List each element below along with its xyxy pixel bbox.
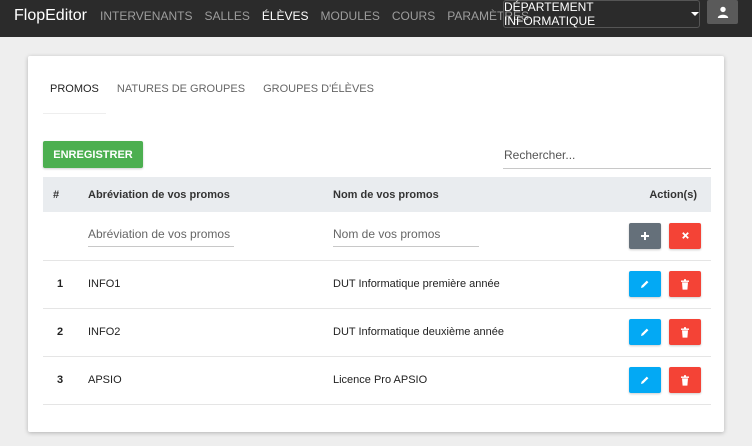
row-abbreviation: INFO1 [88, 278, 121, 290]
row-name: Licence Pro APSIO [333, 374, 428, 386]
promos-panel: Promos Natures de groupes Groupes d'élèv… [28, 56, 724, 432]
pencil-icon [640, 328, 649, 336]
row-abbreviation: INFO2 [88, 326, 121, 338]
delete-button[interactable] [669, 367, 701, 393]
new-name-input[interactable] [333, 224, 479, 247]
pencil-icon [640, 376, 649, 384]
header-name[interactable]: Nom de vos promos [333, 177, 583, 212]
pencil-icon [640, 280, 649, 288]
row-num: 1 [57, 278, 64, 290]
close-icon [681, 232, 689, 240]
add-button[interactable] [628, 222, 661, 249]
tab-groupes-d-eleves[interactable]: Groupes d'élèves [256, 82, 381, 114]
department-dropdown[interactable]: Département informatique [503, 0, 700, 28]
cancel-button[interactable] [669, 222, 701, 249]
tab-natures-de-groupes[interactable]: Natures de groupes [110, 82, 252, 114]
tab-bar: Promos Natures de groupes Groupes d'élèv… [43, 82, 385, 114]
nav-cours[interactable]: Cours [392, 9, 435, 23]
row-name: DUT Informatique deuxième année [333, 326, 505, 338]
table-header: # Abréviation de vos promos Nom de vos p… [43, 177, 711, 212]
user-menu-button[interactable] [707, 0, 738, 24]
nav-eleves[interactable]: Élèves [262, 9, 309, 23]
header-actions: Action(s) [649, 188, 697, 201]
brand-logo[interactable]: FlopEditor [14, 7, 87, 25]
plus-icon [640, 231, 649, 240]
row-abbreviation: APSIO [88, 374, 122, 386]
new-abbreviation-input[interactable] [88, 224, 234, 247]
table-row: 1 INFO1 DUT Informatique première année [43, 260, 711, 308]
trash-icon [681, 326, 689, 338]
caret-down-icon [691, 12, 699, 16]
user-icon [717, 6, 728, 18]
navbar: FlopEditor Intervenants Salles Élèves Mo… [0, 0, 752, 37]
table-row: 2 INFO2 DUT Informatique deuxième année [43, 308, 711, 356]
tab-promos[interactable]: Promos [43, 82, 106, 114]
row-num: 3 [57, 374, 64, 386]
promos-table: # Abréviation de vos promos Nom de vos p… [43, 177, 711, 405]
row-name: DUT Informatique première année [333, 278, 500, 290]
nav-intervenants[interactable]: Intervenants [100, 9, 192, 23]
row-num: 2 [57, 326, 64, 338]
search-input[interactable] [503, 146, 711, 169]
header-abbreviation[interactable]: Abréviation de vos promos [88, 177, 333, 212]
nav-modules[interactable]: Modules [321, 9, 380, 23]
trash-icon [681, 278, 689, 290]
edit-button[interactable] [628, 271, 661, 297]
new-promo-row [43, 212, 711, 260]
trash-icon [681, 374, 689, 386]
table-row: 3 APSIO Licence Pro APSIO [43, 356, 711, 404]
edit-button[interactable] [628, 319, 661, 345]
save-button[interactable]: Enregistrer [43, 141, 143, 168]
nav-salles[interactable]: Salles [204, 9, 249, 23]
main-nav: Intervenants Salles Élèves Modules Cours… [100, 9, 541, 23]
delete-button[interactable] [669, 319, 701, 345]
edit-button[interactable] [628, 367, 661, 393]
department-label: Département informatique [504, 0, 596, 28]
delete-button[interactable] [669, 271, 701, 297]
header-num: # [53, 188, 60, 201]
